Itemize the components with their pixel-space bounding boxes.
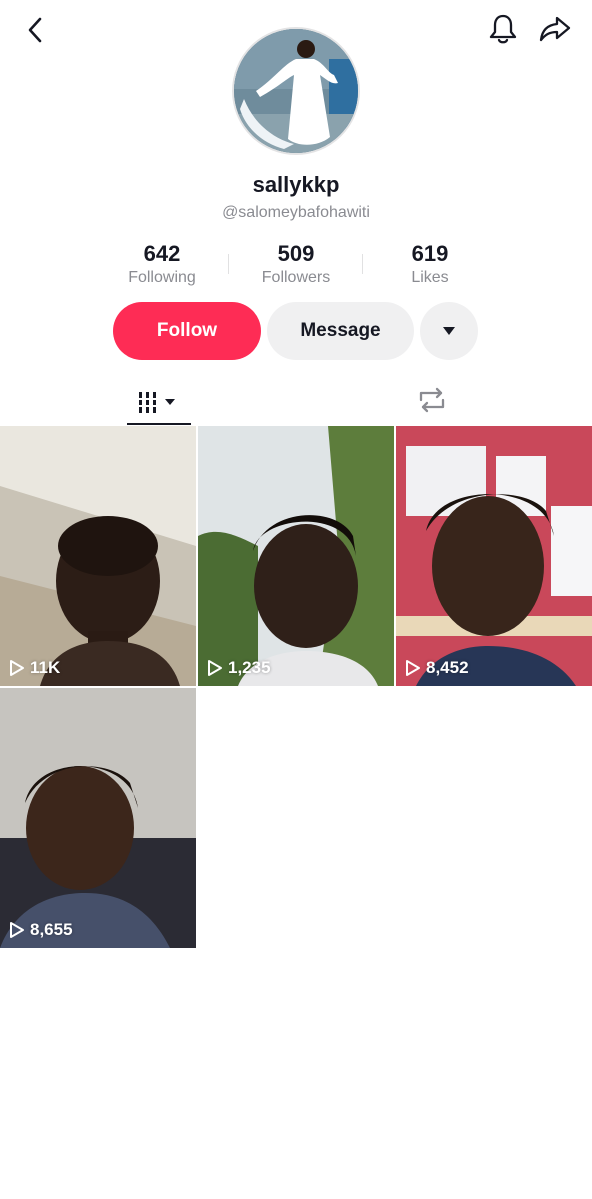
stat-value: 619 — [411, 241, 449, 266]
stat-label: Likes — [411, 269, 449, 286]
notifications-button[interactable] — [484, 10, 522, 48]
video-frame — [0, 688, 196, 948]
stat-value: 509 — [277, 241, 315, 266]
message-button[interactable]: Message — [267, 302, 414, 360]
view-count-text: 8,655 — [30, 920, 73, 939]
avatar[interactable] — [232, 27, 360, 155]
video-frame — [396, 426, 592, 686]
bell-icon — [489, 14, 517, 44]
play-icon — [406, 660, 420, 676]
stat-likes[interactable]: 619 Likes — [363, 240, 497, 292]
view-count-text: 11K — [30, 658, 61, 677]
tab-reposts[interactable] — [406, 378, 458, 422]
view-count: 8,452 — [405, 658, 469, 678]
caret-down-icon — [443, 327, 455, 335]
play-icon — [10, 922, 24, 938]
active-tab-indicator — [127, 423, 191, 425]
repost-icon — [419, 387, 445, 413]
stat-value: 642 — [143, 241, 181, 266]
profile-stats: 642 Following 509 Followers 619 Likes — [95, 240, 497, 292]
share-button[interactable] — [536, 10, 574, 48]
grid-icon — [139, 392, 175, 413]
view-count: 8,655 — [9, 920, 73, 940]
follow-button[interactable]: Follow — [113, 302, 261, 360]
video-thumbnail[interactable]: 1,235 — [198, 426, 394, 686]
tab-videos[interactable] — [127, 378, 191, 426]
video-thumbnail[interactable]: 8,655 — [0, 688, 196, 948]
view-count-text: 1,235 — [228, 658, 271, 677]
content-tabs — [0, 378, 592, 426]
video-thumbnail[interactable]: 8,452 — [396, 426, 592, 686]
share-icon — [539, 16, 571, 42]
play-icon — [10, 660, 24, 676]
video-thumbnail[interactable]: 11K — [0, 426, 196, 686]
view-count: 11K — [9, 658, 60, 678]
video-frame — [198, 426, 394, 686]
display-name: sallykkp — [252, 172, 340, 197]
stat-label: Following — [128, 269, 196, 286]
view-count: 1,235 — [207, 658, 271, 678]
video-frame — [0, 426, 196, 686]
suggested-accounts-button[interactable] — [420, 302, 478, 360]
stat-label: Followers — [261, 269, 331, 286]
stat-following[interactable]: 642 Following — [95, 240, 229, 292]
view-count-text: 8,452 — [426, 658, 469, 677]
play-icon — [208, 660, 222, 676]
avatar-photo — [234, 29, 358, 153]
stat-followers[interactable]: 509 Followers — [229, 240, 363, 292]
chevron-left-icon — [28, 17, 42, 43]
user-handle: @salomeybafohawiti — [222, 204, 370, 221]
back-button[interactable] — [18, 12, 54, 48]
